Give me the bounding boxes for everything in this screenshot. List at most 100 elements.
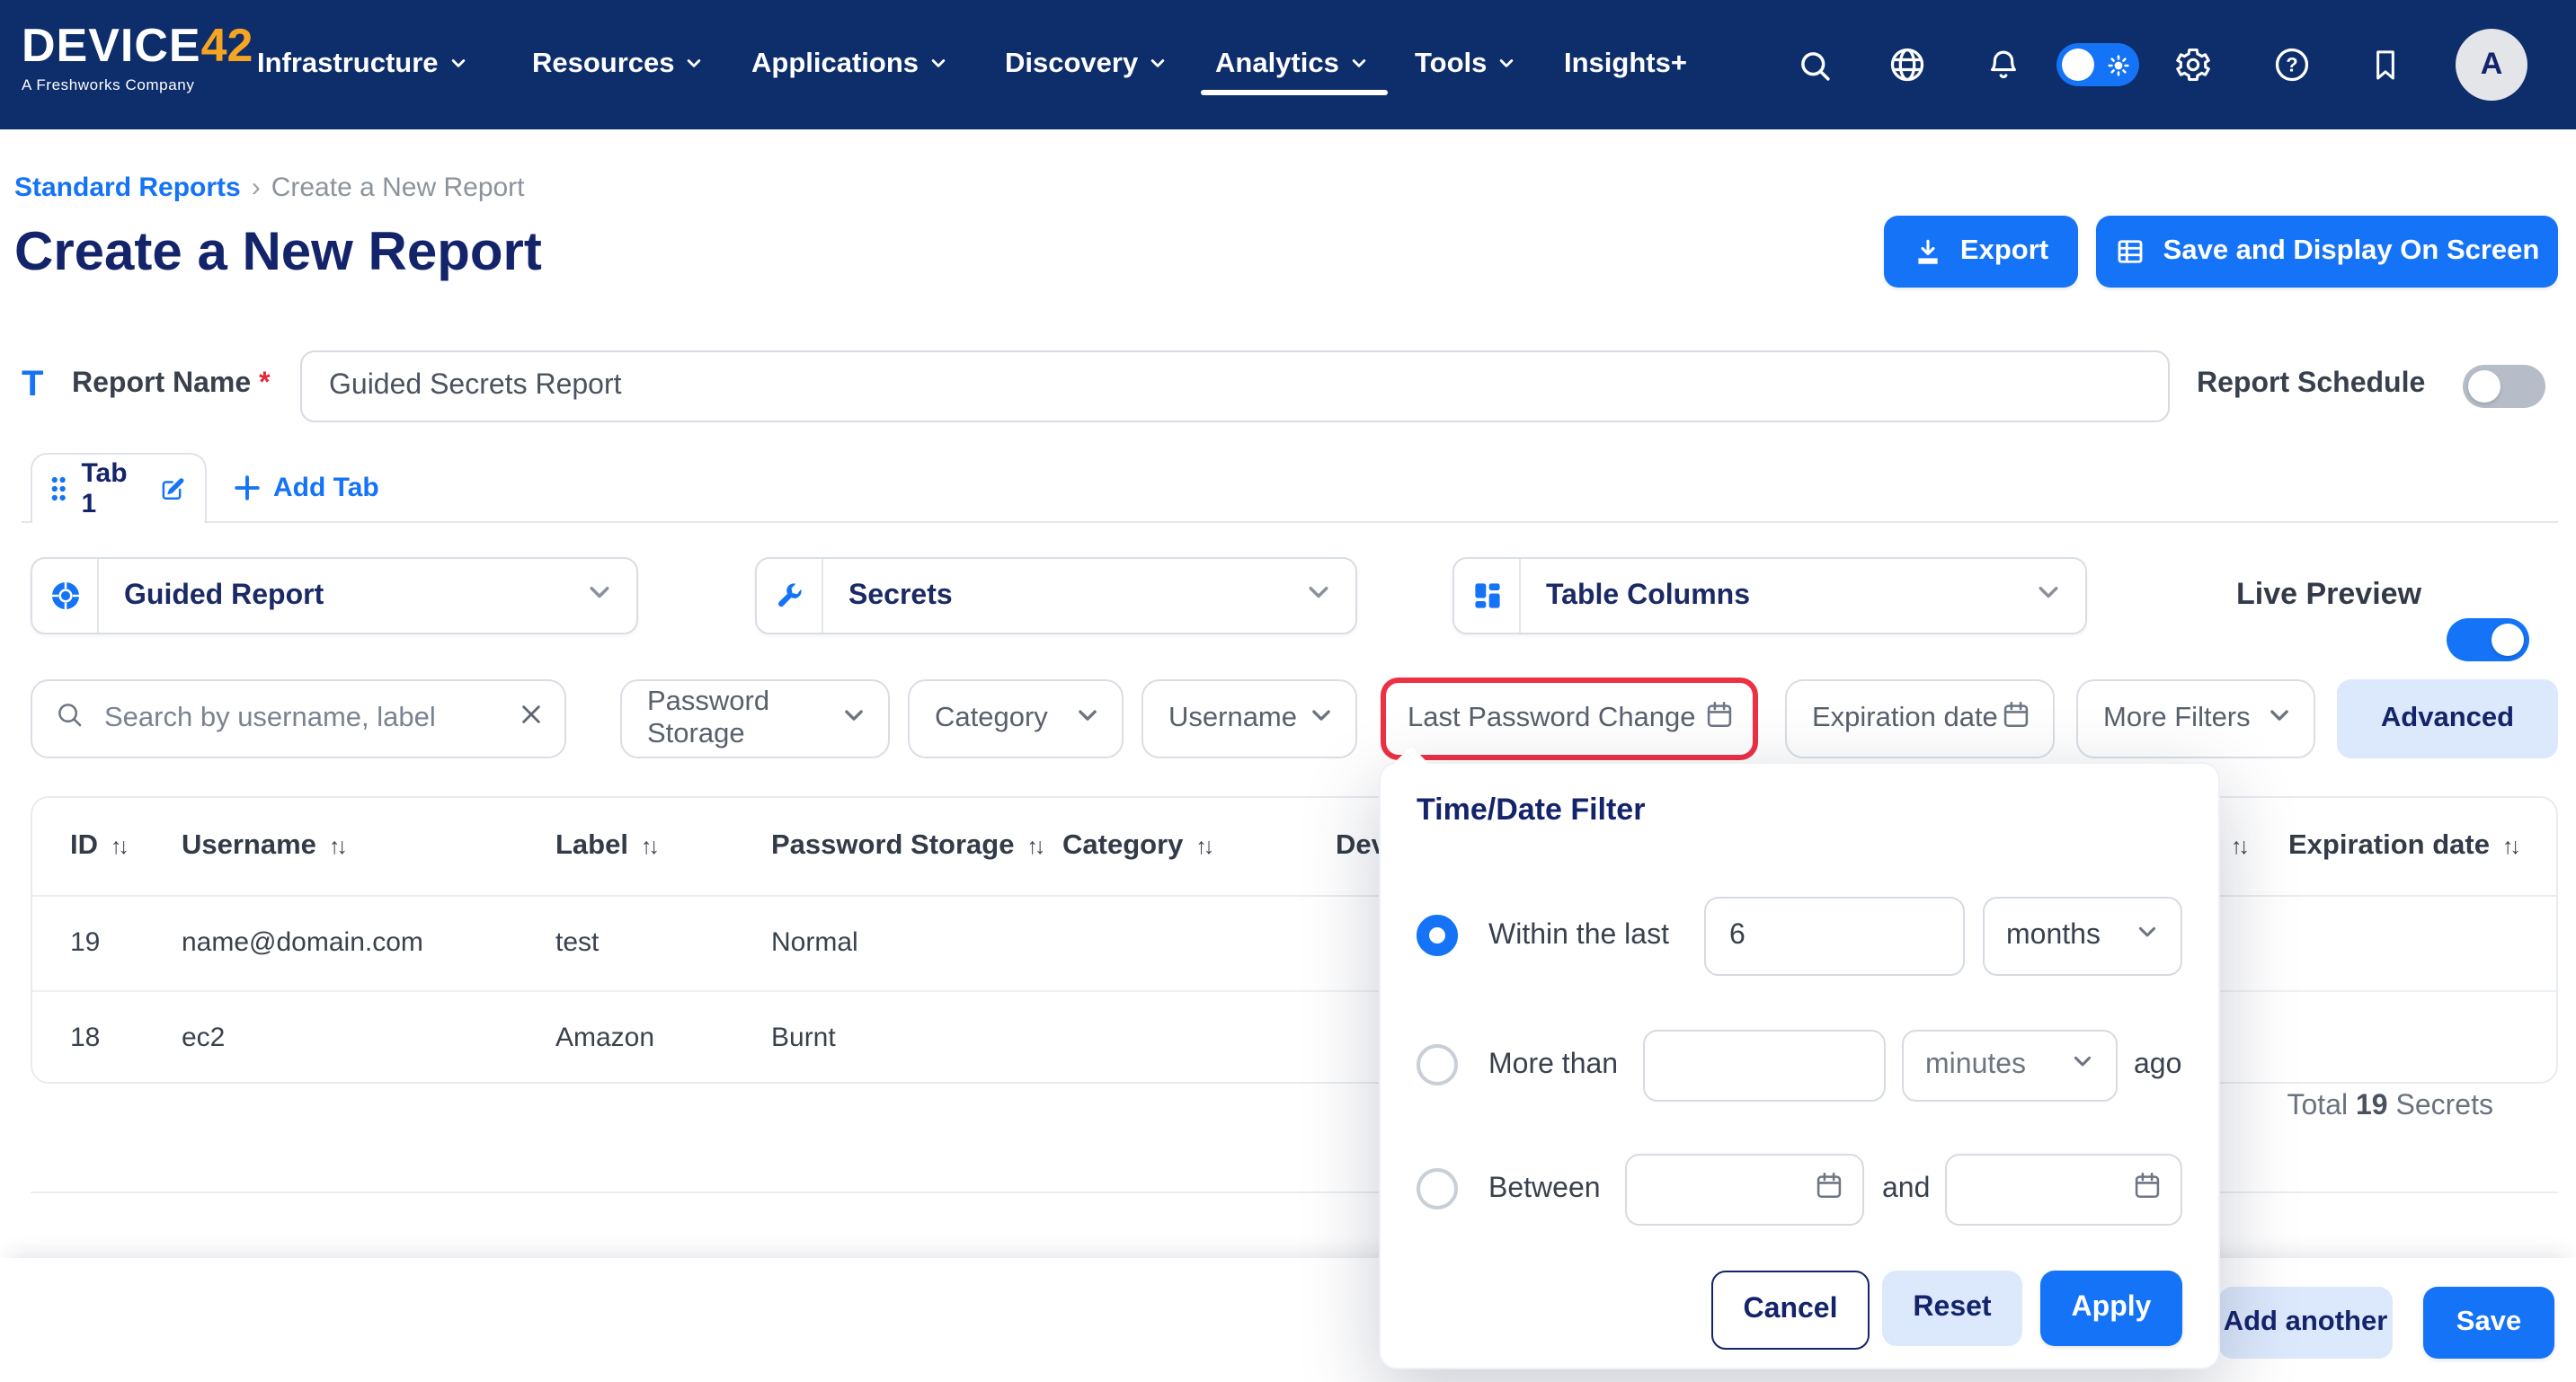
cell-label: Amazon — [555, 990, 654, 1085]
report-schedule-toggle[interactable] — [2463, 365, 2545, 408]
calendar-icon — [1704, 699, 1735, 739]
search-input[interactable] — [101, 701, 503, 737]
add-another-button[interactable]: Add another — [2218, 1287, 2393, 1359]
filter-password-storage[interactable]: Password Storage — [620, 679, 890, 758]
sort-icon[interactable]: ↑↓ — [111, 834, 126, 859]
edit-tab-icon[interactable] — [159, 474, 187, 504]
chevron-down-icon — [449, 49, 467, 81]
popup-title: Time/Date Filter — [1417, 793, 1645, 828]
breadcrumb-separator: › — [252, 173, 261, 203]
table-columns-select[interactable]: Table Columns — [1452, 557, 2087, 634]
nav-item-infrastructure[interactable]: Infrastructure — [257, 0, 467, 129]
required-asterisk: * — [259, 368, 270, 399]
column-header-expiration-date: Expiration date↑↓ — [2288, 798, 2518, 895]
brand-number: 42 — [201, 18, 253, 72]
search-icon[interactable] — [1781, 32, 1846, 97]
nav-item-applications[interactable]: Applications — [751, 0, 947, 129]
app-root: DEVICE42 A Freshworks Company Infrastruc… — [0, 0, 2576, 1382]
save-and-display-button[interactable]: Save and Display On Screen — [2096, 216, 2558, 288]
advanced-button[interactable]: Advanced — [2337, 679, 2558, 758]
brand-tagline: A Freshworks Company — [22, 77, 253, 93]
column-header-label: Label↑↓ — [555, 798, 656, 895]
nav-item-resources[interactable]: Resources — [532, 0, 704, 129]
calendar-icon — [2001, 699, 2031, 739]
more-than-label: More than — [1488, 1050, 1618, 1082]
data-object-value: Secrets — [823, 580, 1305, 612]
filter-last-password-change[interactable]: Last Password Change — [1381, 678, 1758, 760]
filter-expiration-date[interactable]: Expiration date — [1785, 679, 2055, 758]
within-the-last-value-input[interactable] — [1704, 897, 1965, 976]
chevron-down-icon — [1075, 702, 1100, 736]
report-type-select[interactable]: Guided Report — [31, 557, 638, 634]
sort-icon[interactable]: ↑↓ — [2231, 834, 2246, 859]
breadcrumb-current: Create a New Report — [271, 173, 525, 203]
live-preview-label: Live Preview — [2236, 577, 2421, 613]
data-object-select[interactable]: Secrets — [755, 557, 1357, 634]
apply-button[interactable]: Apply — [2040, 1271, 2182, 1346]
between-start-date-input[interactable] — [1625, 1154, 1864, 1226]
chevron-down-icon — [2035, 578, 2062, 614]
tab-1[interactable]: Tab 1 — [31, 453, 207, 523]
total-count-number: 19 — [2356, 1091, 2388, 1121]
table-columns-value: Table Columns — [1521, 580, 2035, 612]
chevron-down-icon — [586, 578, 613, 614]
within-the-last-unit-select[interactable]: months — [1983, 897, 2182, 976]
radio-between[interactable] — [1417, 1168, 1458, 1209]
tab-bar-divider — [22, 521, 2558, 523]
theme-toggle[interactable] — [2056, 43, 2139, 86]
sort-icon[interactable]: ↑↓ — [329, 834, 344, 859]
filter-username[interactable]: Username — [1141, 679, 1357, 758]
user-avatar[interactable]: A — [2456, 29, 2527, 101]
globe-icon[interactable] — [1875, 32, 1940, 97]
and-label: and — [1882, 1174, 1930, 1206]
nav-item-tools[interactable]: Tools — [1415, 0, 1515, 129]
live-preview-toggle[interactable] — [2447, 618, 2529, 661]
nav-item-discovery[interactable]: Discovery — [1005, 0, 1167, 129]
chevron-down-icon — [2136, 920, 2159, 952]
cell-id: 19 — [70, 895, 100, 990]
column-header-username: Username↑↓ — [182, 798, 344, 895]
report-name-input[interactable] — [300, 350, 2170, 422]
table-icon — [2115, 235, 2147, 268]
sort-icon[interactable]: ↑↓ — [1027, 834, 1043, 859]
sort-icon[interactable]: ↑↓ — [1195, 834, 1211, 859]
calendar-icon — [1814, 1170, 1844, 1209]
more-than-unit-select[interactable]: minutes — [1902, 1030, 2118, 1102]
more-than-value-input[interactable] — [1643, 1030, 1886, 1102]
column-header-id: ID↑↓ — [70, 798, 126, 895]
search-field — [31, 679, 566, 758]
drag-handle-icon[interactable] — [50, 474, 67, 503]
filter-category[interactable]: Category — [908, 679, 1124, 758]
gear-icon[interactable] — [2161, 32, 2225, 97]
chevron-down-icon — [1350, 49, 1368, 81]
chevron-down-icon — [686, 49, 704, 81]
radio-within-the-last[interactable] — [1417, 915, 1458, 956]
column-header-password-storage: Password Storage↑↓ — [771, 798, 1043, 895]
save-button[interactable]: Save — [2423, 1287, 2554, 1359]
cell-username: ec2 — [182, 990, 225, 1085]
chevron-down-icon — [1309, 702, 1334, 736]
report-type-value: Guided Report — [99, 580, 586, 612]
breadcrumb-parent-link[interactable]: Standard Reports — [14, 173, 241, 203]
cell-password-storage: Burnt — [771, 990, 836, 1085]
clear-search-icon[interactable] — [520, 703, 543, 735]
cancel-button[interactable]: Cancel — [1711, 1271, 1870, 1350]
sort-icon[interactable]: ↑↓ — [2502, 834, 2518, 859]
brand-logo[interactable]: DEVICE42 A Freshworks Company — [22, 22, 253, 93]
help-icon[interactable]: ? — [2260, 32, 2324, 97]
reset-button[interactable]: Reset — [1882, 1271, 2022, 1346]
radio-more-than[interactable] — [1417, 1044, 1458, 1085]
bookmark-icon[interactable] — [2353, 32, 2418, 97]
nav-item-analytics[interactable]: Analytics — [1215, 0, 1368, 129]
nav-item-insights-plus[interactable]: Insights+ — [1564, 0, 1687, 129]
notifications-bell-icon[interactable] — [1970, 32, 2035, 97]
page-title: Create a New Report — [14, 223, 542, 284]
sort-icon[interactable]: ↑↓ — [641, 834, 656, 859]
columns-grid-icon — [1454, 559, 1521, 633]
between-end-date-input[interactable] — [1945, 1154, 2182, 1226]
export-button[interactable]: Export — [1884, 216, 2078, 288]
chevron-down-icon — [2267, 702, 2292, 736]
filter-more-filters[interactable]: More Filters — [2076, 679, 2315, 758]
add-tab-button[interactable]: Add Tab — [234, 453, 379, 521]
top-navbar: DEVICE42 A Freshworks Company Infrastruc… — [0, 0, 2576, 129]
